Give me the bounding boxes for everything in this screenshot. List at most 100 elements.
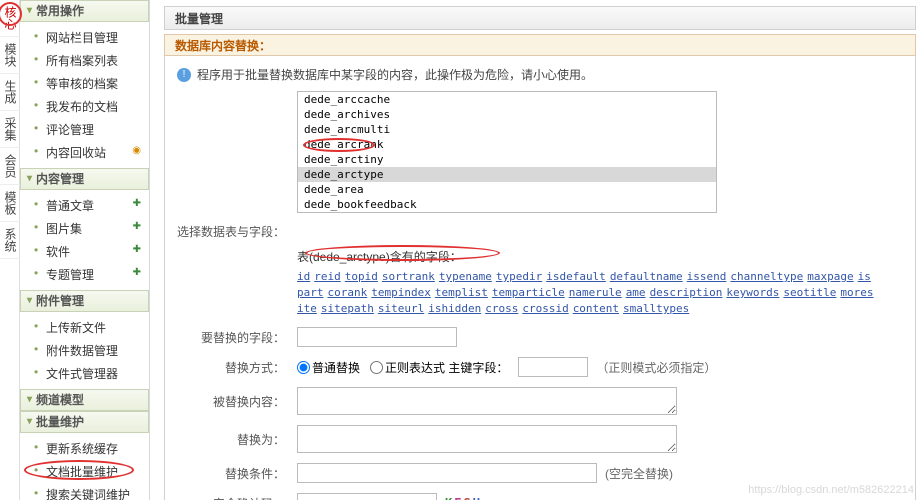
- vtab-5[interactable]: 模板: [0, 185, 21, 222]
- fields-title: 表(dede_arctype)含有的字段：: [297, 248, 877, 265]
- navgroup-header[interactable]: ▾频道模型: [20, 389, 149, 411]
- field-link[interactable]: templist: [435, 286, 488, 299]
- field-link[interactable]: isdefault: [546, 270, 606, 283]
- field-link[interactable]: siteurl: [378, 302, 424, 315]
- sidebar-item[interactable]: 专题管理✚: [20, 263, 149, 286]
- field-link[interactable]: defaultname: [610, 270, 683, 283]
- condition-hint: (空完全替换): [605, 465, 673, 482]
- field-link[interactable]: smalltypes: [623, 302, 689, 315]
- replace-field-input[interactable]: [297, 327, 457, 347]
- sidebar-item[interactable]: 等审核的档案: [20, 72, 149, 95]
- plus-icon: ✚: [133, 198, 141, 209]
- field-link[interactable]: id: [297, 270, 310, 283]
- field-link[interactable]: sortrank: [382, 270, 435, 283]
- captcha-image: KESU: [445, 496, 482, 500]
- field-link[interactable]: temparticle: [492, 286, 565, 299]
- vtab-4[interactable]: 会员: [0, 148, 21, 185]
- listbox-option[interactable]: dede_channeltype: [298, 212, 716, 213]
- label-replace-field: 要替换的字段：: [177, 329, 297, 346]
- field-link[interactable]: typename: [439, 270, 492, 283]
- listbox-option[interactable]: dede_arcmulti: [298, 122, 716, 137]
- field-link[interactable]: description: [650, 286, 723, 299]
- vtab-3[interactable]: 采集: [0, 111, 21, 148]
- field-link[interactable]: reid: [314, 270, 341, 283]
- field-link[interactable]: ame: [626, 286, 646, 299]
- listbox-option[interactable]: dede_area: [298, 182, 716, 197]
- field-link[interactable]: typedir: [496, 270, 542, 283]
- field-link[interactable]: content: [573, 302, 619, 315]
- field-link[interactable]: tempindex: [371, 286, 431, 299]
- sidebar-item[interactable]: 更新系统缓存: [20, 437, 149, 460]
- main-panel: 批量管理 数据库内容替换： ! 程序用于批量替换数据库中某字段的内容，此操作极为…: [160, 0, 920, 500]
- condition-input[interactable]: [297, 463, 597, 483]
- field-link[interactable]: topid: [345, 270, 378, 283]
- field-link[interactable]: seotitle: [783, 286, 836, 299]
- sidebar: ▾常用操作网站栏目管理所有档案列表等审核的档案我发布的文档评论管理内容回收站◉ ▾…: [20, 0, 150, 500]
- sidebar-item[interactable]: 搜索关键词维护: [20, 483, 149, 500]
- field-link[interactable]: channeltype: [730, 270, 803, 283]
- captcha-input[interactable]: [297, 493, 437, 500]
- fields-list: idreid topid sortrank typename typedir isdefa…: [297, 269, 877, 317]
- field-link[interactable]: issend: [687, 270, 727, 283]
- warning-text: 程序用于批量替换数据库中某字段的内容，此操作极为危险，请小心使用。: [197, 66, 593, 83]
- listbox-option[interactable]: dede_arctiny: [298, 152, 716, 167]
- label-replace-to: 替换为：: [177, 431, 297, 448]
- navgroup-header[interactable]: ▾内容管理: [20, 168, 149, 190]
- regex-pk-input[interactable]: [518, 357, 588, 377]
- listbox-option[interactable]: dede_archives: [298, 107, 716, 122]
- radio-regex[interactable]: 正则表达式 主键字段：: [370, 359, 508, 376]
- sidebar-item[interactable]: 上传新文件: [20, 316, 149, 339]
- vtab-6[interactable]: 系统: [0, 222, 21, 259]
- regex-hint: （正则模式必须指定）: [596, 359, 716, 376]
- radio-normal[interactable]: 普通替换: [297, 359, 360, 376]
- label-condition: 替换条件：: [177, 465, 297, 482]
- listbox-option[interactable]: dede_bookfeedback: [298, 197, 716, 212]
- sidebar-item[interactable]: 文件式管理器: [20, 362, 149, 385]
- listbox-option[interactable]: dede_arctype: [298, 167, 716, 182]
- shield-icon: ◉: [132, 145, 141, 156]
- navgroup-header[interactable]: ▾批量维护: [20, 411, 149, 433]
- field-link[interactable]: keywords: [726, 286, 779, 299]
- sidebar-item[interactable]: 内容回收站◉: [20, 141, 149, 164]
- sidebar-item[interactable]: 网站栏目管理: [20, 26, 149, 49]
- sidebar-item[interactable]: 评论管理: [20, 118, 149, 141]
- field-link[interactable]: crossid: [522, 302, 568, 315]
- vertical-tabstrip: 核心模块生成采集会员模板系统: [0, 0, 20, 500]
- sidebar-item[interactable]: 软件✚: [20, 240, 149, 263]
- replaced-content-textarea[interactable]: [297, 387, 677, 415]
- panel-title: 批量管理: [164, 6, 916, 30]
- listbox-option[interactable]: dede_arccache: [298, 92, 716, 107]
- listbox-option[interactable]: dede_arcrank: [298, 137, 716, 152]
- sidebar-item[interactable]: 附件数据管理: [20, 339, 149, 362]
- label-captcha: 安全确认码：: [177, 495, 297, 500]
- navgroup-header[interactable]: ▾附件管理: [20, 290, 149, 312]
- field-link[interactable]: namerule: [569, 286, 622, 299]
- field-link[interactable]: ishidden: [428, 302, 481, 315]
- plus-icon: ✚: [133, 244, 141, 255]
- replace-to-textarea[interactable]: [297, 425, 677, 453]
- plus-icon: ✚: [133, 267, 141, 278]
- label-content: 被替换内容：: [177, 393, 297, 410]
- field-link[interactable]: sitepath: [321, 302, 374, 315]
- panel-subtitle: 数据库内容替换：: [164, 34, 916, 56]
- navgroup-header[interactable]: ▾常用操作: [20, 0, 149, 22]
- info-icon: !: [177, 68, 191, 82]
- plus-icon: ✚: [133, 221, 141, 232]
- field-link[interactable]: cross: [485, 302, 518, 315]
- panel-body: ! 程序用于批量替换数据库中某字段的内容，此操作极为危险，请小心使用。 dede…: [164, 56, 916, 500]
- warning-row: ! 程序用于批量替换数据库中某字段的内容，此操作极为危险，请小心使用。: [177, 66, 903, 83]
- sidebar-item[interactable]: 图片集✚: [20, 217, 149, 240]
- sidebar-item[interactable]: 文档批量维护: [20, 460, 149, 483]
- table-listbox[interactable]: dede_arccachedede_archivesdede_arcmultid…: [297, 91, 717, 213]
- label-replace-method: 替换方式：: [177, 359, 297, 376]
- field-link[interactable]: corank: [328, 286, 368, 299]
- field-link[interactable]: maxpage: [807, 270, 853, 283]
- vtab-2[interactable]: 生成: [0, 74, 21, 111]
- fields-block: 表(dede_arctype)含有的字段： idreid topid sortran…: [297, 248, 877, 317]
- sidebar-item[interactable]: 普通文章✚: [20, 194, 149, 217]
- sidebar-item[interactable]: 所有档案列表: [20, 49, 149, 72]
- vtab-1[interactable]: 模块: [0, 37, 21, 74]
- label-table-field: 选择数据表与字段：: [177, 223, 297, 240]
- sidebar-item[interactable]: 我发布的文档: [20, 95, 149, 118]
- vtab-0[interactable]: 核心: [0, 0, 21, 37]
